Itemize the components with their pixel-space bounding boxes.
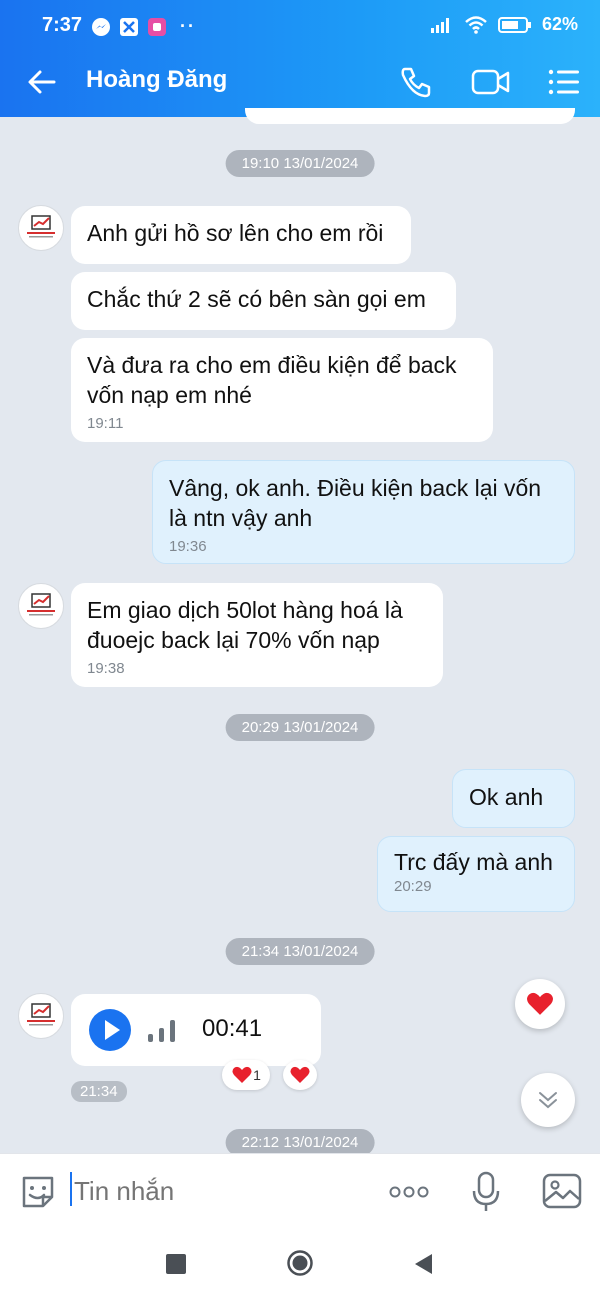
sticker-icon	[22, 1176, 54, 1208]
contact-logo-icon	[27, 593, 55, 616]
voice-duration: 00:41	[202, 1015, 263, 1042]
signal-icon	[430, 17, 449, 33]
scroll-down-button[interactable]	[521, 1073, 575, 1127]
message-text: Và đưa ra cho em điều kiện để back vốn n…	[87, 352, 457, 408]
add-reaction-button[interactable]	[283, 1060, 317, 1090]
menu-list-icon	[548, 69, 579, 95]
status-bar: 7:37 ·· 62%	[0, 0, 600, 52]
double-chevron-down-icon	[539, 1092, 557, 1109]
message-text: Vâng, ok anh. Điều kiện back lại vốn là …	[169, 475, 542, 531]
battery-icon	[497, 16, 531, 33]
message-bubble-incoming[interactable]: Chắc thứ 2 sẽ có bên sàn gọi em	[71, 272, 456, 330]
message-input[interactable]	[72, 1168, 366, 1214]
status-system-icons: 62%	[430, 14, 578, 35]
message-bubble-outgoing[interactable]: Vâng, ok anh. Điều kiện back lại vốn là …	[152, 460, 575, 564]
wifi-icon	[465, 15, 487, 34]
message-time: 19:38	[87, 660, 125, 677]
more-horizontal-icon	[389, 1186, 429, 1198]
date-stamp: 21:34 13/01/2024	[225, 938, 375, 965]
chat-navbar: Hoàng Đăng	[0, 52, 600, 112]
heart-icon	[232, 1066, 252, 1083]
date-stamp: 19:10 13/01/2024	[225, 150, 375, 177]
message-input-bar	[0, 1153, 600, 1228]
avatar[interactable]	[18, 583, 64, 629]
home-circle-icon	[287, 1250, 313, 1276]
battery-percent: 62%	[541, 14, 578, 34]
avatar[interactable]	[18, 993, 64, 1039]
message-bubble-incoming[interactable]: Anh gửi hồ sơ lên cho em rồi	[71, 206, 411, 264]
back-button[interactable]	[22, 62, 62, 102]
more-options-button[interactable]	[386, 1174, 432, 1210]
message-bubble-outgoing[interactable]: Trc đấy mà anh 20:29	[377, 836, 575, 912]
status-time: 7:37	[42, 14, 83, 36]
more-notifications-icon: ··	[180, 16, 196, 36]
heart-icon	[527, 992, 553, 1015]
waveform-icon	[148, 1020, 175, 1042]
date-stamp: 22:12 13/01/2024	[225, 1129, 375, 1156]
arrow-left-icon	[28, 70, 56, 94]
avatar[interactable]	[18, 205, 64, 251]
menu-button[interactable]	[544, 62, 584, 102]
message-text: Anh gửi hồ sơ lên cho em rồi	[87, 220, 384, 246]
message-time: 21:34	[71, 1081, 127, 1102]
play-button[interactable]	[89, 1009, 131, 1051]
message-text: Chắc thứ 2 sẽ có bên sàn gọi em	[87, 286, 426, 312]
microphone-icon	[472, 1171, 500, 1211]
video-call-button[interactable]	[470, 62, 510, 102]
message-text: Ok anh	[469, 784, 544, 810]
message-bubble-outgoing[interactable]: Ok anh	[452, 769, 575, 828]
voice-record-button[interactable]	[466, 1170, 506, 1214]
app-header: 7:37 ·· 62% Hoàng Đăng	[0, 0, 600, 117]
contact-logo-icon	[27, 1003, 55, 1026]
voice-call-button[interactable]	[396, 62, 436, 102]
sticker-button[interactable]	[18, 1172, 58, 1212]
message-bubble-incoming[interactable]: Và đưa ra cho em điều kiện để back vốn n…	[71, 338, 493, 442]
quick-react-button[interactable]	[515, 979, 565, 1029]
system-navigation-bar	[0, 1228, 600, 1299]
triangle-back-icon	[415, 1254, 432, 1274]
message-time: 19:11	[87, 415, 124, 432]
message-bubble-incoming[interactable]: Em giao dịch 50lot hàng hoá là đuoejc ba…	[71, 583, 443, 687]
previous-message-bubble	[245, 108, 575, 124]
image-icon	[542, 1173, 582, 1209]
voice-message-bubble[interactable]: 00:41	[71, 994, 321, 1066]
phone-icon	[401, 67, 431, 98]
teams-icon	[148, 17, 166, 36]
app-icon	[120, 17, 138, 36]
message-text: Trc đấy mà anh	[394, 849, 553, 875]
contact-logo-icon	[27, 215, 55, 238]
image-picker-button[interactable]	[541, 1171, 583, 1211]
heart-icon	[290, 1066, 310, 1083]
status-notification-icons: ··	[92, 16, 196, 37]
system-back-button[interactable]	[412, 1252, 434, 1276]
messenger-icon	[92, 17, 110, 36]
play-icon	[105, 1020, 120, 1040]
video-call-icon	[471, 69, 510, 95]
recents-button[interactable]	[166, 1254, 186, 1274]
message-time: 20:29	[394, 878, 432, 895]
message-text: Em giao dịch 50lot hàng hoá là đuoejc ba…	[87, 597, 403, 653]
message-time: 19:36	[169, 538, 207, 555]
reaction-summary[interactable]: 1	[222, 1060, 270, 1090]
reaction-count: 1	[253, 1067, 261, 1083]
home-button[interactable]	[286, 1249, 314, 1277]
chat-title[interactable]: Hoàng Đăng	[86, 66, 227, 94]
date-stamp: 20:29 13/01/2024	[225, 714, 375, 741]
